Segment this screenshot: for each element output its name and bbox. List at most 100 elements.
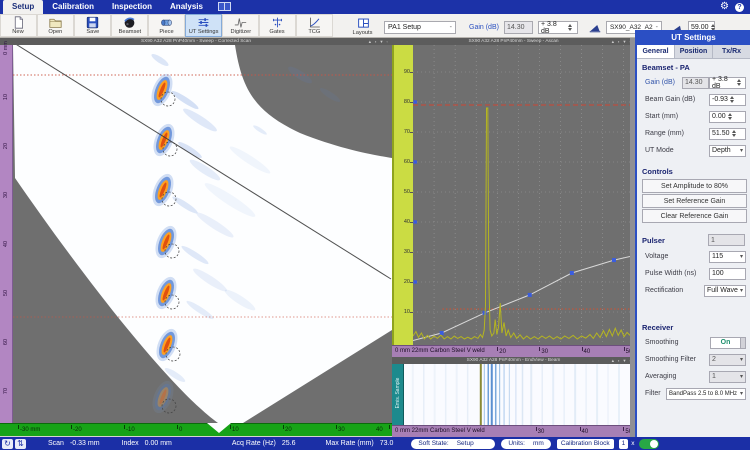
menu-tab-calibration[interactable]: Calibration <box>43 0 103 14</box>
ascan-header-icons[interactable]: ▲ ▪ ▼ ▫ <box>611 38 632 45</box>
gates-button[interactable]: Gates <box>259 14 296 37</box>
beam-gain-label: Beam Gain (dB) <box>645 96 695 103</box>
acquisition-toggle[interactable] <box>639 439 659 449</box>
sscan-depth-ruler: 0 mm10203040506070 <box>0 45 13 423</box>
tcg-point-marker <box>612 258 616 262</box>
smoothing-filter-row: Smoothing Filter 2▾ <box>637 351 750 368</box>
bscan-vruler-label: Emis. Sample <box>395 366 401 420</box>
gain-offset-value: + 3.8 dB <box>541 21 566 35</box>
gain-offset-field[interactable]: + 3.8 dB <box>709 77 746 89</box>
averaging-select[interactable]: 1▾ <box>709 371 746 383</box>
soft-state-pill[interactable]: Soft State:Setup <box>411 439 495 449</box>
ut-settings-panel: UT Settings General Position Tx/Rx Beams… <box>635 30 750 437</box>
window-layout-icon[interactable] <box>218 2 231 11</box>
averaging-row: Averaging 1▾ <box>637 368 750 385</box>
scan-tick <box>124 425 125 429</box>
pulse-width-field[interactable]: 100 <box>709 268 746 280</box>
tab-position[interactable]: Position <box>675 45 713 58</box>
range-spinner[interactable] <box>732 128 739 139</box>
chevron-down-icon: ▾ <box>738 253 743 260</box>
bscan-title: SX90 A32 A28 PnP40mm - EndView - Beam <box>398 357 629 364</box>
zoom-level-box[interactable]: 1 <box>619 439 629 449</box>
depth-tick-label: 40 <box>582 429 589 435</box>
piece-button[interactable]: Piece <box>148 14 185 37</box>
set-amplitude-button[interactable]: Set Amplitude to 80% <box>642 179 747 193</box>
axis-marker <box>414 220 417 223</box>
ut-mode-select[interactable]: Depth▾ <box>709 145 746 157</box>
chevron-down-icon: ▾ <box>738 390 743 397</box>
beam-gain-field[interactable]: -0.93 <box>709 94 746 106</box>
smoothing-toggle[interactable]: On <box>710 337 746 349</box>
beamset-button[interactable]: Beamset <box>111 14 148 37</box>
depth-tick-label: 20 <box>3 134 9 158</box>
gates-icon <box>271 16 284 29</box>
gear-icon[interactable]: ⚙ <box>720 2 729 12</box>
gain-offset-box[interactable]: + 3.8 dB <box>538 21 578 34</box>
gain-spinner[interactable] <box>568 22 575 33</box>
beam-gain-spinner[interactable] <box>730 94 737 105</box>
start-spinner[interactable] <box>728 111 735 122</box>
sscan-view[interactable] <box>13 45 392 423</box>
beamset-section-header: Beamset - PA <box>637 59 750 74</box>
depth-tick <box>623 427 624 431</box>
gain-value-box: 14.30 <box>504 21 533 34</box>
menu-tab-setup[interactable]: Setup <box>3 0 43 14</box>
max-rate: Max Rate (mm)73.0 <box>325 440 393 447</box>
rectification-select[interactable]: Full Wave▾ <box>704 285 746 297</box>
ascan-view[interactable] <box>413 45 630 345</box>
chevron-down-icon: ▾ <box>738 356 743 363</box>
tcg-label: TCG <box>308 29 320 35</box>
beamset-icon <box>123 16 136 29</box>
scan-tick-label: -10 <box>126 427 135 433</box>
gain-row: Gain (dB) 14.30 + 3.8 dB <box>637 74 750 91</box>
zoom-x-label: x <box>631 440 634 447</box>
depth-tick <box>536 427 537 431</box>
save-button[interactable]: Save <box>74 14 111 37</box>
pulser-number-field: 1 <box>708 234 745 246</box>
reset-icon[interactable]: ↻ <box>2 439 13 449</box>
menu-tab-analysis[interactable]: Analysis <box>161 0 212 14</box>
scan-tick-label: 30 <box>338 427 345 433</box>
start-field[interactable]: 0.00 <box>709 111 746 123</box>
setup-select-value: PA1 Setup <box>388 24 421 31</box>
panel-title: UT Settings <box>637 30 750 45</box>
calibration-block-button[interactable]: Calibration Block <box>557 439 614 449</box>
bscan-header-icons[interactable]: ▲ ▪ ▼ ▫ <box>611 357 632 364</box>
rectification-label: Rectification <box>645 287 683 294</box>
digitizer-button[interactable]: Digitizer <box>222 14 259 37</box>
filter-select[interactable]: BandPass 2.5 to 8.0 MHz▾ <box>666 388 746 400</box>
tab-txrx[interactable]: Tx/Rx <box>713 45 750 58</box>
open-button[interactable]: Open <box>37 14 74 37</box>
range-field[interactable]: 51.50 <box>709 128 746 140</box>
ascan-depth-ruler: 0 mm 22mm Carbon Steel V weld 20304050 <box>392 345 630 357</box>
status-bar: ↻ ⇅ Scan-0.33 mm Index0.00 mm Acq Rate (… <box>0 437 750 450</box>
set-reference-gain-button[interactable]: Set Reference Gain <box>642 194 747 208</box>
gain-offset-spinner[interactable] <box>737 77 743 88</box>
menu-tab-inspection[interactable]: Inspection <box>103 0 161 14</box>
new-button[interactable]: New <box>0 14 37 37</box>
tab-general[interactable]: General <box>637 45 675 58</box>
depth-tick <box>539 347 540 351</box>
piece-icon <box>160 16 173 29</box>
beamset-label: Beamset <box>118 29 141 35</box>
amp-tick-label: 60 <box>404 159 410 165</box>
scan-tick <box>177 425 178 429</box>
tcg-point-marker <box>570 271 574 275</box>
help-icon[interactable]: ? <box>735 3 744 12</box>
clear-reference-gain-button[interactable]: Clear Reference Gain <box>642 209 747 223</box>
setup-select[interactable]: PA1 Setup- <box>384 21 456 34</box>
tcg-button[interactable]: TCG <box>296 14 333 37</box>
save-label: Save <box>86 29 99 35</box>
pulser-section-header: Pulser 1 <box>637 224 750 248</box>
voltage-select[interactable]: 115▾ <box>709 251 746 263</box>
sscan-header-icons[interactable]: ▲ ▪ ▼ ▫ <box>368 38 389 45</box>
smoothing-filter-select[interactable]: 2▾ <box>709 354 746 366</box>
depth-tick <box>582 347 583 351</box>
ut-settings-button[interactable]: UT Settings <box>185 14 222 37</box>
bscan-view[interactable] <box>404 364 630 425</box>
units-pill[interactable]: Units:mm <box>501 439 550 449</box>
gain-toolbar-label: Gain (dB) <box>469 24 499 31</box>
layouts-button[interactable]: Layouts <box>347 16 379 39</box>
rectification-row: Rectification Full Wave▾ <box>637 282 750 299</box>
updown-icon[interactable]: ⇅ <box>15 439 26 449</box>
